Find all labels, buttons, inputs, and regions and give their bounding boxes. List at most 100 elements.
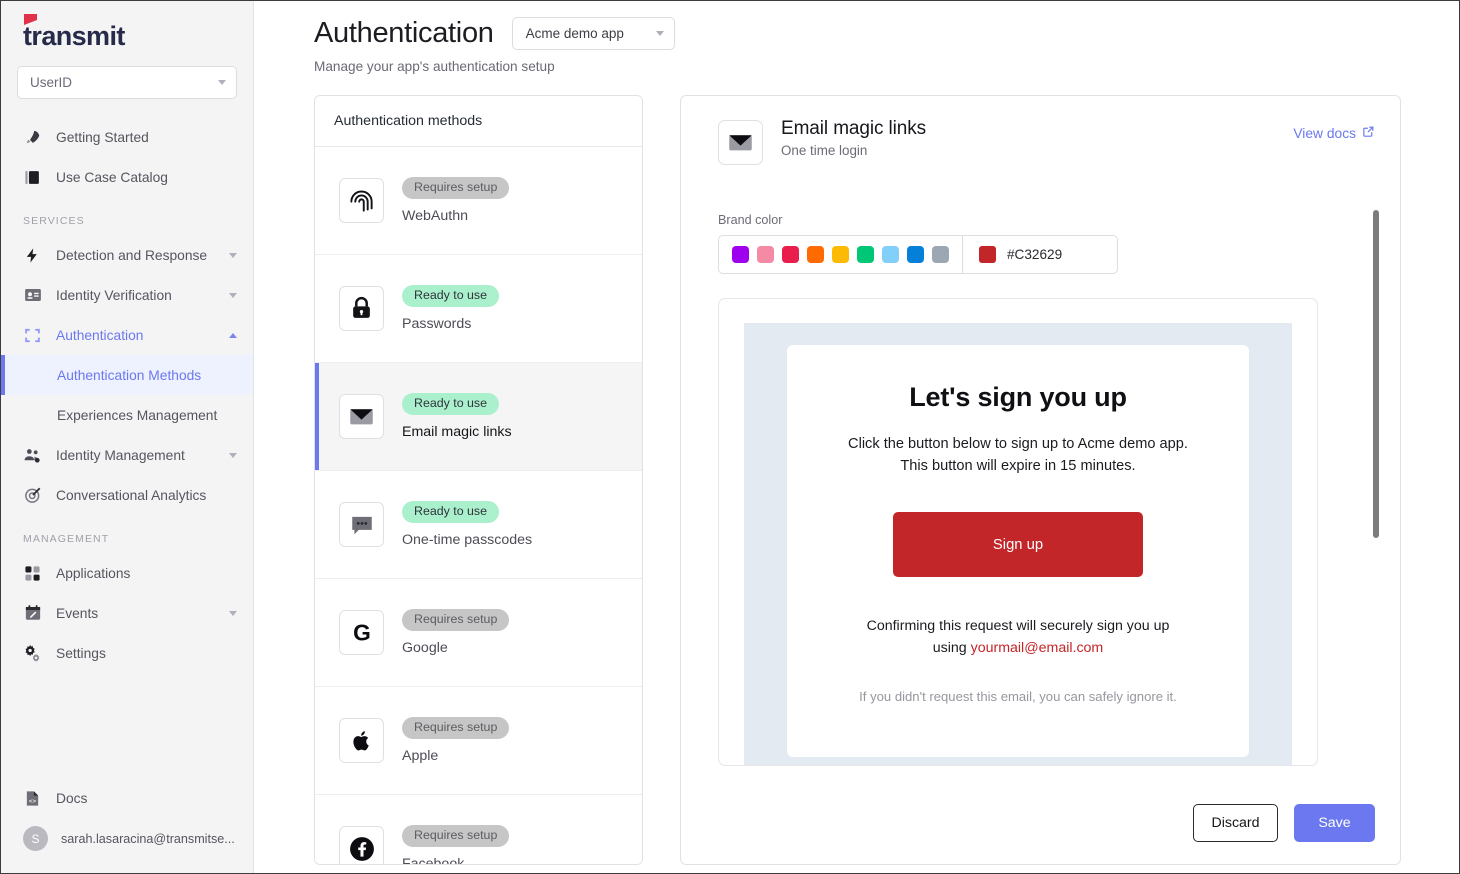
method-row-one-time-passcodes[interactable]: Ready to use One-time passcodes — [315, 471, 642, 579]
sidebar: transmit UserID Getting Started Use Case… — [1, 1, 254, 873]
email-preview-card: Let's sign you up Click the button below… — [718, 298, 1318, 766]
sidebar-item-label: Authentication — [56, 327, 144, 343]
svg-text:<>: <> — [29, 796, 37, 804]
main-content: Authentication Acme demo app Manage your… — [254, 1, 1459, 873]
method-text: Requires setup WebAuthn — [402, 176, 510, 224]
chevron-down-icon[interactable] — [229, 252, 237, 258]
chevron-up-icon[interactable] — [229, 332, 237, 338]
fingerprint-icon — [339, 178, 384, 223]
signup-button[interactable]: Sign up — [893, 512, 1143, 578]
method-name: Apple — [402, 748, 439, 765]
external-link-icon — [1362, 125, 1375, 141]
user-email: sarah.lasaracina@transmitse... — [61, 831, 235, 846]
method-row-email-magic-links[interactable]: Ready to use Email magic links — [315, 363, 642, 471]
status-badge: Requires setup — [402, 608, 510, 632]
method-row-facebook[interactable]: Requires setup Facebook — [315, 795, 642, 864]
sidebar-item-events[interactable]: Events — [1, 593, 253, 633]
sidebar-item-identity-management[interactable]: Identity Management — [1, 435, 253, 475]
email-body-line1: Click the button below to sign up to Acm… — [848, 436, 1188, 452]
org-select[interactable]: UserID — [17, 66, 237, 99]
detail-scrollbar[interactable] — [1373, 210, 1379, 860]
sidebar-item-label: Conversational Analytics — [56, 487, 207, 503]
grid-icon — [23, 564, 42, 583]
method-text: Ready to use Passwords — [402, 284, 500, 332]
save-button[interactable]: Save — [1294, 804, 1375, 842]
code-file-icon: <> — [23, 789, 42, 808]
detail-header: Email magic links One time login View do… — [718, 118, 1375, 165]
sidebar-item-use-case-catalog[interactable]: Use Case Catalog — [1, 157, 253, 197]
color-swatch-4[interactable] — [807, 246, 824, 263]
method-row-webauthn[interactable]: Requires setup WebAuthn — [315, 147, 642, 255]
color-swatch-3[interactable] — [782, 246, 799, 263]
chevron-down-icon[interactable] — [229, 292, 237, 298]
brand-logo[interactable]: transmit — [1, 1, 253, 66]
method-row-google[interactable]: G Requires setup Google — [315, 579, 642, 687]
method-name: One-time passcodes — [402, 532, 533, 549]
method-row-passwords[interactable]: Ready to use Passwords — [315, 255, 642, 363]
sidebar-item-settings[interactable]: Settings — [1, 633, 253, 673]
apple-icon — [339, 718, 384, 763]
transmit-wordmark: transmit — [23, 14, 125, 50]
rocket-icon — [23, 128, 42, 147]
discard-button[interactable]: Discard — [1193, 804, 1278, 842]
sidebar-item-authentication-methods[interactable]: Authentication Methods — [1, 355, 253, 395]
hex-value-box[interactable]: #C32629 — [963, 236, 1078, 273]
facebook-icon — [339, 826, 384, 864]
sidebar-item-conversational-analytics[interactable]: Conversational Analytics — [1, 475, 253, 515]
sidebar-section-management: MANAGEMENT — [23, 533, 110, 545]
envelope-icon — [718, 120, 763, 165]
chevron-down-icon[interactable] — [229, 610, 237, 616]
method-text: Requires setup Apple — [402, 716, 510, 765]
email-preview-backdrop: Let's sign you up Click the button below… — [744, 323, 1292, 765]
page-title: Authentication — [314, 17, 494, 49]
color-swatch-6[interactable] — [857, 246, 874, 263]
svg-text:G: G — [353, 620, 371, 646]
sidebar-item-authentication[interactable]: Authentication — [1, 315, 253, 355]
email-confirm-text: Confirming this request will securely si… — [817, 615, 1219, 659]
method-text: Requires setup Google — [402, 608, 510, 656]
sidebar-item-docs[interactable]: <> Docs — [1, 778, 253, 818]
email-address-link[interactable]: yourmail@email.com — [971, 640, 1104, 656]
color-swatch-2[interactable] — [757, 246, 774, 263]
sidebar-section-services: SERVICES — [23, 215, 85, 227]
org-select-value: UserID — [30, 75, 73, 90]
chevron-down-icon[interactable] — [229, 452, 237, 458]
status-badge: Requires setup — [402, 716, 510, 740]
view-docs-link[interactable]: View docs — [1293, 125, 1375, 141]
authentication-methods-panel: Authentication methods Requires setup We… — [314, 95, 643, 865]
google-icon: G — [339, 610, 384, 655]
app-select[interactable]: Acme demo app — [511, 17, 675, 50]
email-heading: Let's sign you up — [909, 382, 1127, 412]
email-body-line2: This button will expire in 15 minutes. — [900, 458, 1136, 475]
sidebar-item-applications[interactable]: Applications — [1, 553, 253, 593]
scrollbar-thumb[interactable] — [1373, 210, 1379, 538]
chat-bubble-icon — [339, 502, 384, 547]
status-badge: Requires setup — [402, 176, 510, 200]
sidebar-item-experiences-management[interactable]: Experiences Management — [1, 395, 253, 435]
method-name: Email magic links — [402, 424, 512, 441]
method-text: Ready to use Email magic links — [402, 392, 512, 441]
status-badge: Requires setup — [402, 824, 510, 848]
color-swatch-9[interactable] — [932, 246, 949, 263]
page-header: Authentication Acme demo app — [314, 17, 1401, 50]
brand-color-label: Brand color — [718, 213, 783, 227]
id-card-icon — [23, 286, 42, 305]
selected-color-chip — [979, 246, 996, 263]
color-swatch-8[interactable] — [907, 246, 924, 263]
sidebar-item-identity-verification[interactable]: Identity Verification — [1, 275, 253, 315]
sidebar-nav: Getting Started Use Case Catalog SERVICE… — [1, 117, 253, 778]
sidebar-subitem-label: Authentication Methods — [57, 367, 202, 383]
detail-footer-actions: Discard Save — [1193, 804, 1375, 842]
email-confirm-prefix: using — [932, 640, 971, 657]
page-subtitle: Manage your app's authentication setup — [314, 59, 555, 74]
status-badge: Ready to use — [402, 284, 500, 308]
color-swatch-7[interactable] — [882, 246, 899, 263]
sidebar-item-detection-and-response[interactable]: Detection and Response — [1, 235, 253, 275]
chevron-down-icon — [218, 80, 226, 85]
color-swatch-5[interactable] — [832, 246, 849, 263]
sidebar-item-getting-started[interactable]: Getting Started — [1, 117, 253, 157]
color-swatch-1[interactable] — [732, 246, 749, 263]
method-row-apple[interactable]: Requires setup Apple — [315, 687, 642, 795]
sidebar-user-account[interactable]: S sarah.lasaracina@transmitse... — [1, 818, 253, 865]
method-text: Requires setup Facebook — [402, 824, 510, 864]
